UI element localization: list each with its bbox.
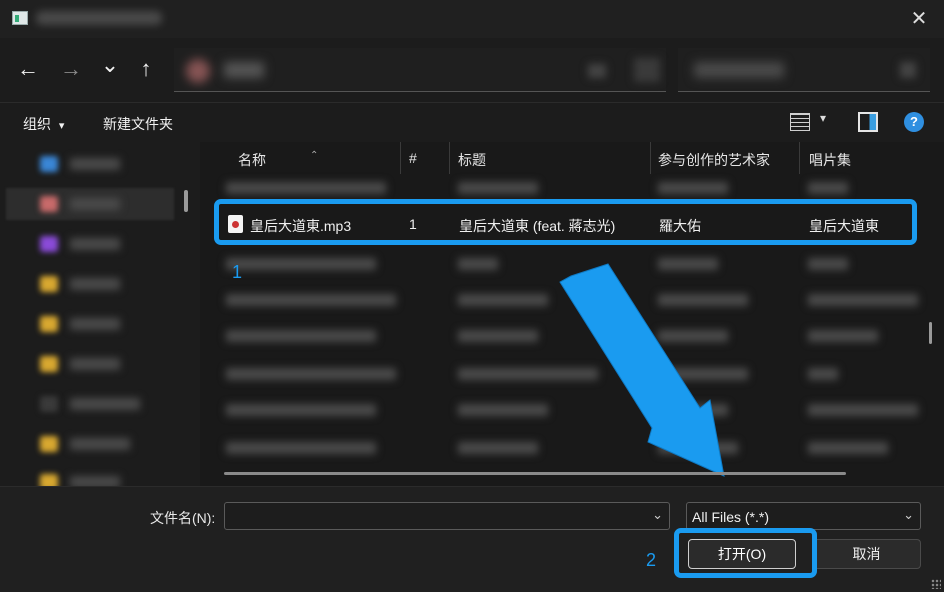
cancel-button[interactable]: 取消 [812, 539, 921, 569]
file-type-value: All Files (*.*) [692, 509, 770, 525]
vertical-scrollbar[interactable] [929, 322, 932, 344]
filename-input[interactable]: ⌄ [224, 502, 670, 530]
filename-label: 文件名(N): [150, 510, 216, 526]
chevron-down-icon[interactable]: ⌄ [652, 507, 663, 523]
step-label-2: 2 [646, 550, 657, 570]
horizontal-scrollbar[interactable] [224, 472, 846, 475]
arrow-shape [559, 263, 725, 477]
resize-grip-icon[interactable] [931, 579, 941, 589]
chevron-down-icon[interactable]: ⌄ [903, 507, 914, 523]
highlight-open-button [674, 528, 817, 578]
file-type-select[interactable]: All Files (*.*) ⌄ [686, 502, 921, 530]
